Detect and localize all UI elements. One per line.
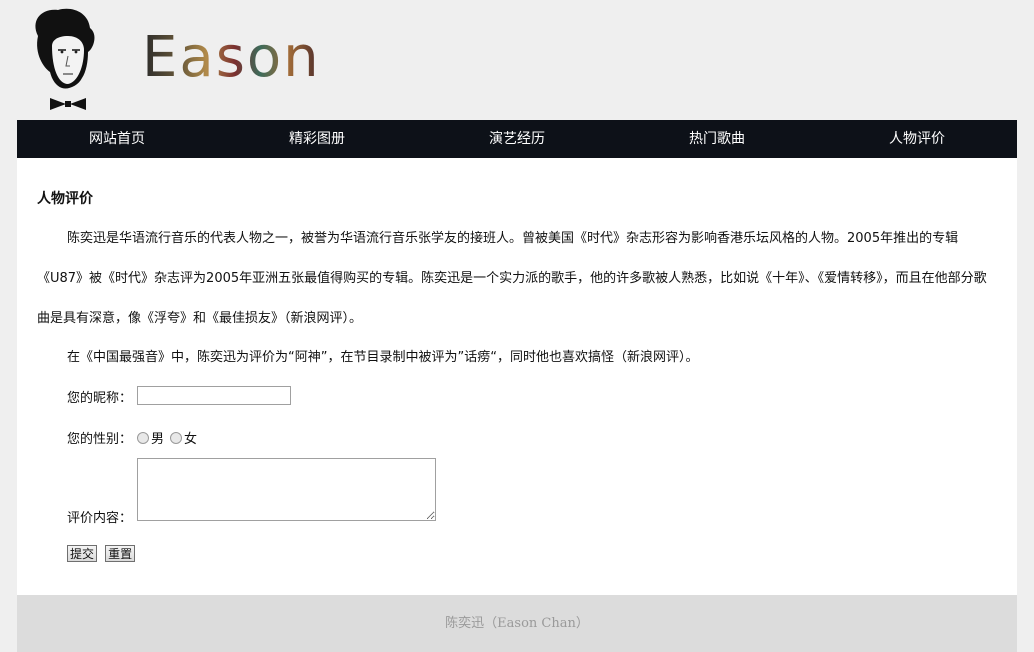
gender-female-label[interactable]: 女 <box>184 428 197 447</box>
reset-button[interactable]: 重置 <box>105 545 136 562</box>
header: Eason <box>0 0 1034 120</box>
content-textarea[interactable] <box>137 458 436 521</box>
site-logo-text: Eason <box>142 25 321 90</box>
main-content: 人物评价 陈奕迅是华语流行音乐的代表人物之一，被誉为华语流行音乐张学友的接班人。… <box>17 158 1017 595</box>
nav-item-reviews[interactable]: 人物评价 <box>817 120 1017 158</box>
main-nav: 网站首页 精彩图册 演艺经历 热门歌曲 人物评价 <box>17 120 1017 158</box>
nickname-label: 您的昵称： <box>67 391 133 406</box>
gender-label: 您的性别： <box>67 432 133 447</box>
gender-female-radio[interactable] <box>170 431 183 444</box>
review-paragraph-1: 陈奕迅是华语流行音乐的代表人物之一，被誉为华语流行音乐张学友的接班人。曾被美国《… <box>37 231 987 326</box>
gender-male-label[interactable]: 男 <box>151 428 164 447</box>
gender-radio-group: 男 女 <box>137 428 203 447</box>
nav-item-gallery[interactable]: 精彩图册 <box>217 120 417 158</box>
form-buttons: 提交 重置 <box>67 545 139 562</box>
footer: 陈奕迅（Eason Chan） <box>17 595 1017 652</box>
gender-male-radio[interactable] <box>137 431 149 444</box>
submit-button[interactable]: 提交 <box>67 545 98 562</box>
section-title: 人物评价 <box>37 191 93 207</box>
content-label: 评价内容： <box>67 511 133 526</box>
nav-item-career[interactable]: 演艺经历 <box>417 120 617 158</box>
portrait-logo <box>35 8 95 110</box>
nav-item-home[interactable]: 网站首页 <box>17 120 217 158</box>
review-paragraph-2: 在《中国最强音》中，陈奕迅为评价为“阿神”，在节目录制中被评为”话痨“，同时他也… <box>67 350 699 365</box>
nav-item-songs[interactable]: 热门歌曲 <box>617 120 817 158</box>
nickname-input[interactable] <box>137 386 291 405</box>
